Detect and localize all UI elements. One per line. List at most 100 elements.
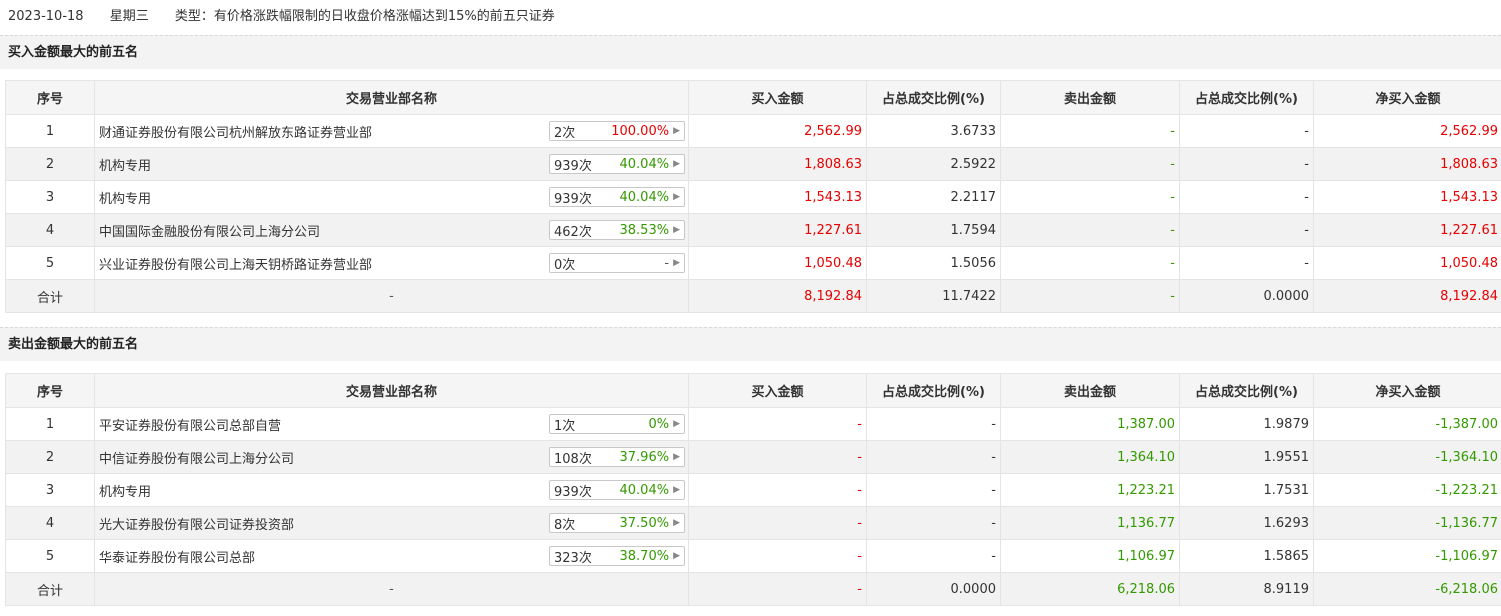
seat-rise-ratio: 40.04% [619,189,670,205]
col-header-sell: 卖出金额 [1000,80,1180,115]
sell-ratio: 1.9879 [1179,407,1314,441]
triangle-right-icon: ▶ [673,485,680,495]
seat-stat-dropdown[interactable]: 0次 - ▶ [549,253,685,273]
total-sell-ratio: 0.0000 [1179,279,1314,313]
buy-amount: 1,543.13 [688,180,867,214]
seat-rise-ratio: 37.50% [619,515,670,531]
total-sell-ratio: 8.9119 [1179,572,1314,606]
seat-name[interactable]: 中信证券股份有限公司上海分公司 [99,448,294,467]
buy-ratio: - [866,539,1001,573]
seat-name-cell: 兴业证券股份有限公司上海天钥桥路证券营业部 0次 - ▶ [94,246,689,280]
seat-name[interactable]: 兴业证券股份有限公司上海天钥桥路证券营业部 [99,254,372,273]
table-header-row: 序号 交易营业部名称 买入金额 占总成交比例(%) 卖出金额 占总成交比例(%)… [5,373,1501,408]
seat-rise-ratio: 38.70% [619,548,670,564]
table-header-row: 序号 交易营业部名称 买入金额 占总成交比例(%) 卖出金额 占总成交比例(%)… [5,80,1501,115]
net-buy-amount: 1,543.13 [1313,180,1501,214]
seat-name[interactable]: 平安证券股份有限公司总部自营 [99,415,281,434]
net-buy-amount: 1,808.63 [1313,147,1501,181]
seat-name-cell: 平安证券股份有限公司总部自营 1次 0% ▶ [94,407,689,441]
row-index: 5 [5,246,95,280]
seat-appear-count: 939次 [554,191,592,207]
col-header-buy-ratio: 占总成交比例(%) [866,373,1001,408]
seat-name[interactable]: 机构专用 [99,155,151,174]
buy-section-title: 买入金额最大的前五名 [0,35,1501,69]
seat-stat-dropdown[interactable]: 939次 40.04% ▶ [549,480,685,500]
buy-ratio: - [866,407,1001,441]
buy-amount: 1,050.48 [688,246,867,280]
table-row: 3 机构专用 939次 40.04% ▶ - -1,223.21 1.7531 -1,223.2… [5,473,1501,507]
col-header-buy: 买入金额 [688,373,867,408]
row-index: 4 [5,213,95,247]
total-row: 合计 -8,192.84 11.7422-0.0000 8,192.84 [5,279,1501,313]
col-header-buy-ratio: 占总成交比例(%) [866,80,1001,115]
seat-rise-ratio: 0% [648,416,670,432]
sell-amount: - [1000,180,1180,214]
seat-name-cell: 中信证券股份有限公司上海分公司 108次 37.96% ▶ [94,440,689,474]
weekday-text: 星期三 [109,9,149,24]
sell-top5-table: 序号 交易营业部名称 买入金额 占总成交比例(%) 卖出金额 占总成交比例(%)… [5,373,1501,606]
seat-name-wrap: 中国国际金融股份有限公司上海分公司 462次 38.53% ▶ [99,220,685,240]
top-info-bar: 2023-10-18 星期三 类型：有价格涨跌幅限制的日收盘价格涨幅达到15%的… [0,0,1501,34]
seat-rise-ratio: 40.04% [619,156,670,172]
total-buy-ratio: 11.7422 [866,279,1001,313]
seat-stat-dropdown[interactable]: 462次 38.53% ▶ [549,220,685,240]
table-row: 2 机构专用 939次 40.04% ▶ 1,808.63 2.5922- -1,808.63 [5,147,1501,181]
sell-amount: 1,364.10 [1000,440,1180,474]
seat-appear-count: 0次 [554,257,576,273]
seat-name[interactable]: 机构专用 [99,188,151,207]
net-buy-amount: -1,136.77 [1313,506,1501,540]
table-row: 2 中信证券股份有限公司上海分公司 108次 37.96% ▶ - -1,364.10 1.9… [5,440,1501,474]
seat-stat-dropdown[interactable]: 939次 40.04% ▶ [549,154,685,174]
total-buy: 8,192.84 [688,279,867,313]
seat-stat-dropdown[interactable]: 108次 37.96% ▶ [549,447,685,467]
row-index: 2 [5,440,95,474]
seat-appear-count: 462次 [554,224,592,240]
seat-appear-count: 939次 [554,158,592,174]
sell-ratio: - [1179,246,1314,280]
sell-amount: 1,223.21 [1000,473,1180,507]
sell-amount: - [1000,246,1180,280]
net-buy-amount: 2,562.99 [1313,114,1501,148]
row-index: 1 [5,407,95,441]
seat-name[interactable]: 机构专用 [99,481,151,500]
seat-name-wrap: 华泰证券股份有限公司总部 323次 38.70% ▶ [99,546,685,566]
seat-rise-ratio: 38.53% [619,222,670,238]
net-buy-amount: -1,223.21 [1313,473,1501,507]
buy-amount: - [688,407,867,441]
net-buy-amount: -1,387.00 [1313,407,1501,441]
date-text: 2023-10-18 [8,9,84,24]
buy-ratio: 1.7594 [866,213,1001,247]
seat-name[interactable]: 光大证券股份有限公司证券投资部 [99,514,294,533]
buy-ratio: 2.5922 [866,147,1001,181]
seat-name-cell: 中国国际金融股份有限公司上海分公司 462次 38.53% ▶ [94,213,689,247]
seat-stat-dropdown[interactable]: 1次 0% ▶ [549,414,685,434]
seat-name[interactable]: 中国国际金融股份有限公司上海分公司 [99,221,320,240]
seat-stat-dropdown[interactable]: 323次 38.70% ▶ [549,546,685,566]
col-header-sell-ratio: 占总成交比例(%) [1179,373,1314,408]
row-index: 1 [5,114,95,148]
seat-rise-ratio: 40.04% [619,482,670,498]
seat-stat-dropdown[interactable]: 939次 40.04% ▶ [549,187,685,207]
buy-ratio: - [866,440,1001,474]
seat-appear-count: 939次 [554,484,592,500]
triangle-right-icon: ▶ [673,126,680,136]
triangle-right-icon: ▶ [673,225,680,235]
seat-stat-dropdown[interactable]: 8次 37.50% ▶ [549,513,685,533]
table-row: 1 财通证券股份有限公司杭州解放东路证券营业部 2次 100.00% ▶ 2,562.99… [5,114,1501,148]
seat-appear-count: 323次 [554,550,592,566]
buy-amount: 2,562.99 [688,114,867,148]
net-buy-amount: 1,050.48 [1313,246,1501,280]
seat-appear-count: 8次 [554,517,576,533]
triangle-right-icon: ▶ [673,518,680,528]
seat-rise-ratio: 37.96% [619,449,670,465]
buy-amount: - [688,539,867,573]
table-row: 5 华泰证券股份有限公司总部 323次 38.70% ▶ - -1,106.97 1.5865… [5,539,1501,573]
seat-stat-dropdown[interactable]: 2次 100.00% ▶ [549,121,685,141]
seat-rise-ratio: 100.00% [611,123,670,139]
table-row: 4 光大证券股份有限公司证券投资部 8次 37.50% ▶ - -1,136.77 1.629… [5,506,1501,540]
seat-name[interactable]: 财通证券股份有限公司杭州解放东路证券营业部 [99,122,372,141]
seat-name[interactable]: 华泰证券股份有限公司总部 [99,547,255,566]
buy-amount: - [688,440,867,474]
sell-amount: - [1000,114,1180,148]
total-net: 8,192.84 [1313,279,1501,313]
